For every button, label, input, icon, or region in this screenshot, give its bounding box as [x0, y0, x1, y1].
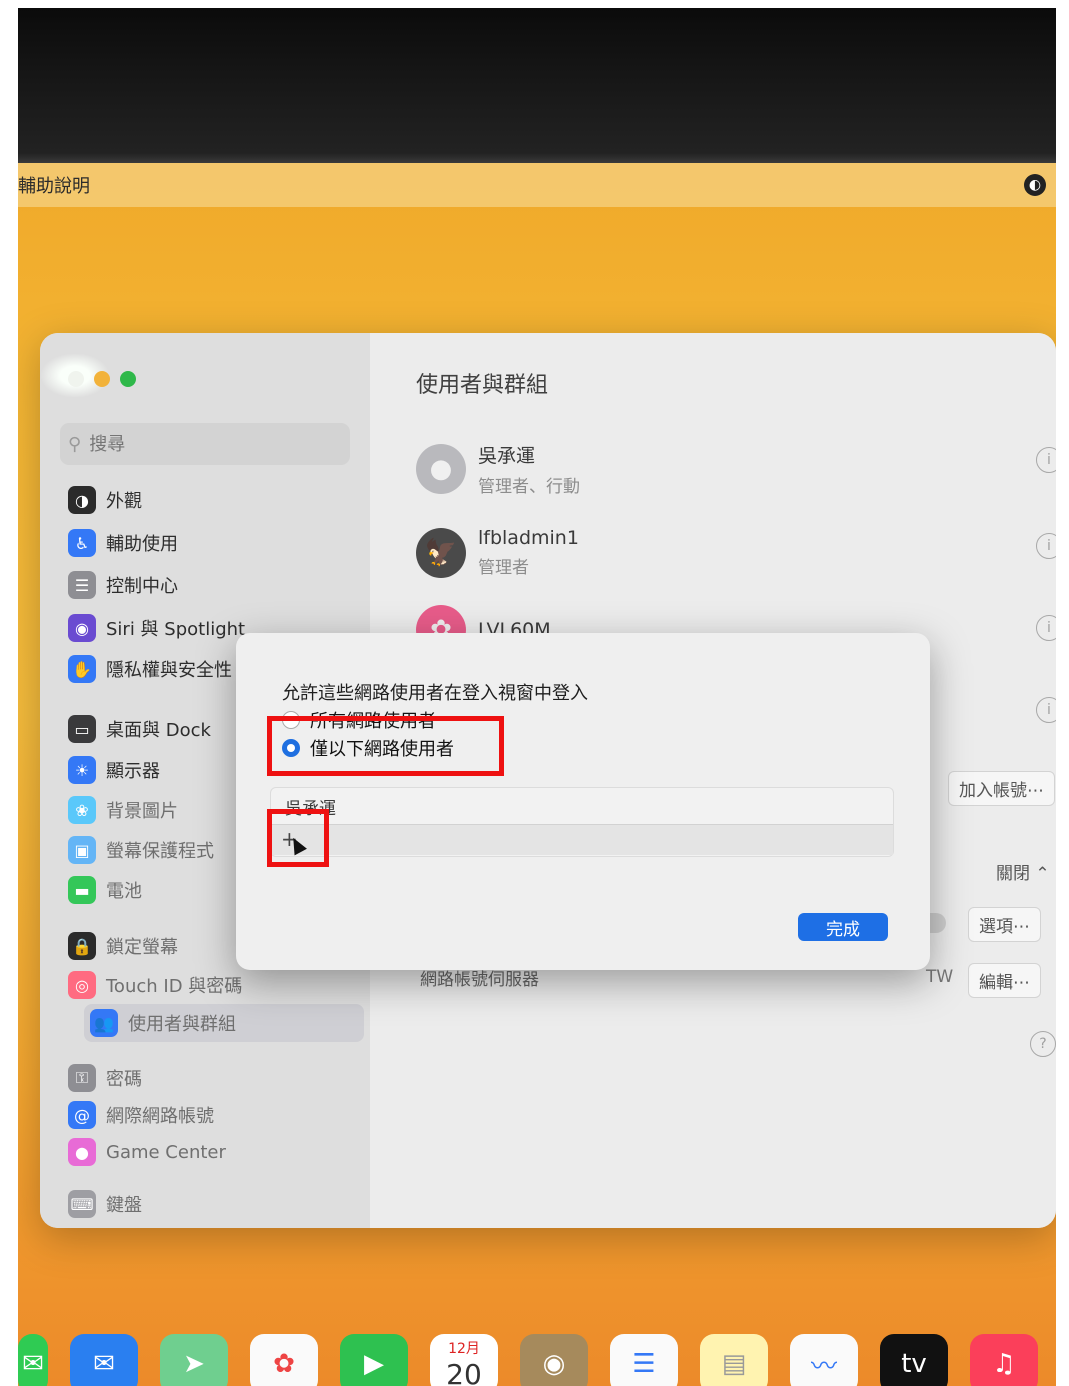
user-name: lfbladmin1	[478, 527, 579, 549]
sidebar-item-label: 使用者與群組	[128, 1014, 236, 1035]
maps-icon[interactable]: ➤	[160, 1334, 228, 1386]
list-toolbar: +	[271, 824, 893, 855]
facetime-icon[interactable]: ▶	[340, 1334, 408, 1386]
calendar-month: 12月	[448, 1340, 480, 1357]
sidebar-item-label: 電池	[106, 881, 142, 902]
sidebar-item-users-groups[interactable]: 👥 使用者與群組	[84, 1004, 364, 1042]
avatar: ●	[416, 444, 466, 494]
auto-login-value: 關閉	[996, 864, 1030, 884]
dialog-prompt: 允許這些網路使用者在登入視窗中登入	[282, 683, 588, 704]
info-icon[interactable]: i	[1036, 447, 1056, 473]
page-title: 使用者與群組	[416, 373, 549, 398]
highlight-box-radio	[267, 716, 504, 776]
sidebar-item-passwords[interactable]: ⚿ 密碼	[68, 1059, 358, 1097]
sidebar-item-appearance[interactable]: ◑ 外觀	[68, 481, 358, 519]
music-icon[interactable]: ♫	[970, 1334, 1038, 1386]
appearance-icon: ◑	[68, 486, 96, 514]
sun-icon: ☀	[68, 756, 96, 784]
calendar-icon[interactable]: 12月 20	[430, 1334, 498, 1386]
sidebar-item-label: 顯示器	[106, 761, 160, 782]
options-button[interactable]: 選項⋯	[968, 907, 1041, 942]
sidebar-item-label: Touch ID 與密碼	[106, 976, 243, 997]
tv-label: tv	[901, 1349, 927, 1379]
dock: ✉ ✉ ➤ ✿ ▶ 12月 20 ◉ ☰ ▤ 〰 tv ♫	[18, 1334, 1056, 1386]
network-user-list[interactable]: 吳承運 +	[270, 787, 894, 857]
sidebar-item-label: 外觀	[106, 491, 142, 512]
spotlight-icon[interactable]: ◐	[1024, 174, 1046, 196]
key-icon: ⚿	[68, 1064, 96, 1092]
highlight-box-add	[267, 809, 329, 867]
chevron-updown-icon: ⌃	[1035, 864, 1050, 884]
sidebar-item-label: Game Center	[106, 1141, 226, 1163]
lock-icon: 🔒	[68, 932, 96, 960]
hand-icon: ✋	[68, 655, 96, 683]
sidebar-item-label: 背景圖片	[106, 801, 178, 822]
apple-tv-icon[interactable]: tv	[880, 1334, 948, 1386]
sidebar-item-label: 網際網路帳號	[106, 1106, 214, 1127]
sidebar-item-touch-id[interactable]: ◎ Touch ID 與密碼	[68, 966, 358, 1004]
battery-icon: ▬	[68, 876, 96, 904]
freeform-icon[interactable]: 〰	[790, 1334, 858, 1386]
reminders-icon[interactable]: ☰	[610, 1334, 678, 1386]
user-row[interactable]: 🦅 lfbladmin1 管理者	[416, 527, 579, 578]
menu-help[interactable]: 輔助說明	[18, 172, 90, 198]
search-field[interactable]: ⚲	[60, 423, 350, 465]
close-button[interactable]	[68, 371, 84, 387]
zoom-button[interactable]	[120, 371, 136, 387]
sidebar-item-label: 鎖定螢幕	[106, 937, 178, 958]
mail-icon[interactable]: ✉	[70, 1334, 138, 1386]
sidebar-item-keyboard[interactable]: ⌨ 鍵盤	[68, 1185, 358, 1223]
user-role: 管理者、行動	[478, 477, 580, 497]
sidebar-item-label: 鍵盤	[106, 1195, 142, 1216]
keyboard-icon: ⌨	[68, 1190, 96, 1218]
user-role: 管理者	[478, 558, 529, 578]
accessibility-icon: ♿	[68, 529, 96, 557]
eagle-avatar: 🦅	[416, 527, 466, 578]
sidebar-item-label: 隱私權與安全性	[106, 660, 232, 681]
user-name: 吳承運	[478, 445, 536, 467]
sidebar-item-control-center[interactable]: ☰ 控制中心	[68, 566, 358, 604]
edit-button[interactable]: 編輯⋯	[968, 963, 1041, 998]
add-account-button[interactable]: 加入帳號⋯	[948, 771, 1055, 806]
sidebar-item-label: 輔助使用	[106, 534, 178, 555]
sidebar-item-label: 密碼	[106, 1069, 142, 1090]
search-icon: ⚲	[68, 433, 82, 455]
screensaver-icon: ▣	[68, 836, 96, 864]
info-icon[interactable]: i	[1036, 697, 1056, 723]
calendar-day: 20	[446, 1357, 482, 1386]
auto-login-select[interactable]: 關閉 ⌃	[996, 859, 1050, 884]
window-controls	[68, 371, 136, 387]
done-button[interactable]: 完成	[798, 913, 888, 941]
photos-icon[interactable]: ✿	[250, 1334, 318, 1386]
notes-icon[interactable]: ▤	[700, 1334, 768, 1386]
messages-icon[interactable]: ✉	[18, 1334, 48, 1386]
flower-icon: ❀	[68, 796, 96, 824]
network-login-dialog: 允許這些網路使用者在登入視窗中登入 所有網路使用者 僅以下網路使用者 吳承運 +…	[236, 633, 930, 970]
search-input[interactable]	[87, 432, 312, 456]
network-server-value: TW	[926, 967, 954, 987]
info-icon[interactable]: i	[1036, 533, 1056, 559]
users-icon: 👥	[90, 1009, 118, 1037]
control-center-icon: ☰	[68, 571, 96, 599]
minimize-button[interactable]	[94, 371, 110, 387]
at-icon: @	[68, 1101, 96, 1129]
sidebar-item-internet-accounts[interactable]: @ 網際網路帳號	[68, 1096, 358, 1134]
sidebar-item-label: 控制中心	[106, 576, 178, 597]
user-row[interactable]: ● 吳承運 管理者、行動	[416, 441, 580, 497]
fingerprint-icon: ◎	[68, 971, 96, 999]
info-icon[interactable]: i	[1036, 615, 1056, 641]
sidebar-item-accessibility[interactable]: ♿ 輔助使用	[68, 524, 358, 562]
sidebar-item-label: 螢幕保護程式	[106, 841, 214, 862]
sidebar-item-label: 桌面與 Dock	[106, 720, 211, 741]
menu-bar: 輔助說明 ◐	[18, 163, 1056, 207]
dock-icon: ▭	[68, 715, 96, 743]
siri-icon: ◉	[68, 614, 96, 642]
sidebar-item-label: Siri 與 Spotlight	[106, 619, 246, 640]
sidebar-item-game-center[interactable]: ● Game Center	[68, 1133, 358, 1171]
game-center-icon: ●	[68, 1138, 96, 1166]
help-button[interactable]: ?	[1030, 1031, 1056, 1057]
contacts-icon[interactable]: ◉	[520, 1334, 588, 1386]
